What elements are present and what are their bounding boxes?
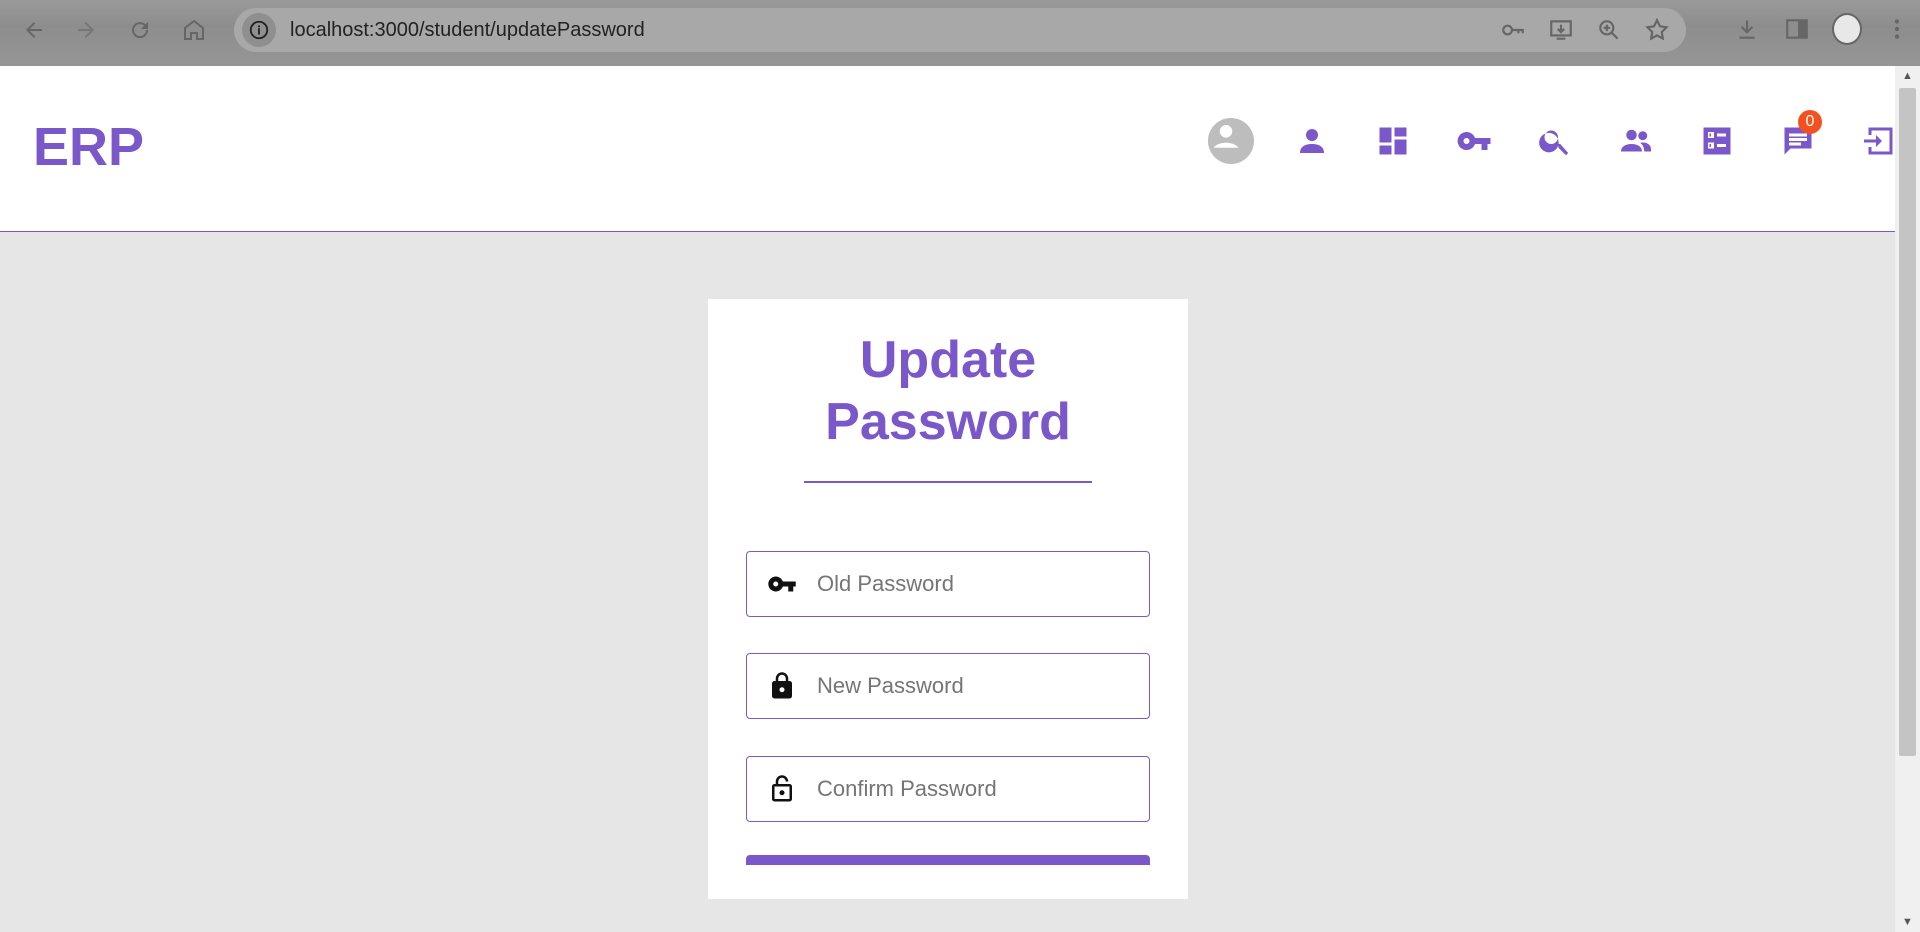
old-password-field[interactable]	[746, 551, 1150, 617]
back-icon[interactable]	[10, 6, 58, 54]
chat-icon[interactable]: 0	[1757, 110, 1838, 164]
reload-icon[interactable]	[116, 6, 164, 54]
app-logo[interactable]: ERP	[33, 116, 144, 178]
dashboard-icon[interactable]	[1352, 118, 1433, 164]
key-icon	[747, 569, 817, 599]
home-icon[interactable]	[170, 6, 218, 54]
submit-button[interactable]	[746, 855, 1150, 865]
bookmark-star-icon[interactable]	[1642, 15, 1672, 45]
zoom-icon[interactable]	[1594, 15, 1624, 45]
list-icon[interactable]	[1676, 118, 1757, 164]
page-scrollbar[interactable]: ▲ ▼	[1895, 66, 1920, 932]
browser-menu-icon[interactable]	[1882, 14, 1912, 44]
site-info-icon[interactable]	[242, 13, 276, 47]
browser-toolbar: localhost:3000/student/updatePassword	[0, 0, 1920, 66]
address-bar[interactable]: localhost:3000/student/updatePassword	[234, 8, 1686, 52]
new-password-field[interactable]	[746, 653, 1150, 719]
page-title: Update Password	[825, 331, 1071, 451]
forward-icon[interactable]	[62, 6, 110, 54]
confirm-password-field[interactable]	[746, 756, 1150, 822]
notification-badge: 0	[1798, 110, 1822, 134]
key-icon[interactable]	[1433, 118, 1514, 164]
avatar[interactable]	[1190, 118, 1271, 164]
profile-avatar[interactable]	[1832, 13, 1862, 45]
update-password-card: Update Password	[708, 299, 1188, 899]
downloads-icon[interactable]	[1732, 14, 1762, 44]
person-icon[interactable]	[1271, 118, 1352, 164]
page-content: ERP 0 Update Password	[0, 66, 1895, 932]
lock-open-icon	[747, 774, 817, 804]
scroll-thumb[interactable]	[1899, 88, 1916, 756]
side-panel-icon[interactable]	[1782, 14, 1812, 44]
install-app-icon[interactable]	[1546, 15, 1576, 45]
scroll-up-arrow-icon[interactable]: ▲	[1895, 66, 1920, 86]
header-nav: 0	[1190, 110, 1919, 164]
lock-icon	[747, 671, 817, 701]
scroll-down-arrow-icon[interactable]: ▼	[1895, 912, 1920, 932]
password-key-icon[interactable]	[1498, 15, 1528, 45]
group-icon[interactable]	[1595, 118, 1676, 164]
search-icon[interactable]	[1514, 118, 1595, 164]
title-divider	[804, 481, 1092, 483]
new-password-input[interactable]	[817, 673, 1117, 699]
app-header: ERP 0	[0, 66, 1895, 232]
url-text[interactable]: localhost:3000/student/updatePassword	[290, 19, 645, 42]
old-password-input[interactable]	[817, 571, 1117, 597]
confirm-password-input[interactable]	[817, 776, 1117, 802]
